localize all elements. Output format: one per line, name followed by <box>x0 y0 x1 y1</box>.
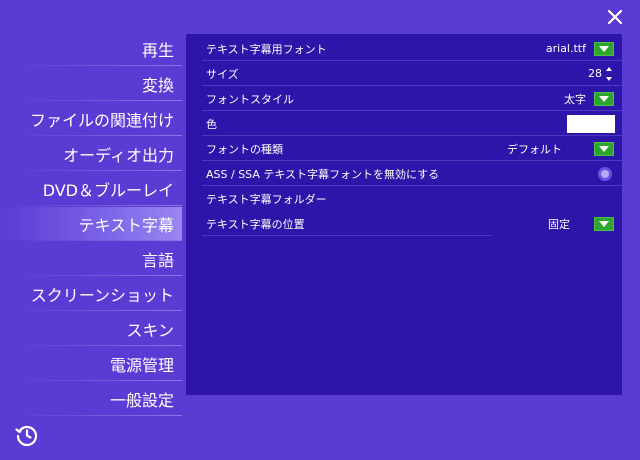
sidebar-item-label: 一般設定 <box>109 390 174 410</box>
setting-row-folder[interactable]: テキスト字幕フォルダー <box>186 186 622 211</box>
font-type-label: フォントの種類 <box>206 142 283 156</box>
setting-row-position: テキスト字幕の位置 固定 <box>186 211 622 236</box>
setting-row-color: 色 <box>186 111 622 136</box>
font-type-dropdown-button[interactable] <box>594 141 614 156</box>
sidebar-item-label: 変換 <box>141 75 174 95</box>
sidebar-item-power-management[interactable]: 電源管理 <box>0 347 182 381</box>
sidebar-item-label: スクリーンショット <box>30 285 174 305</box>
history-icon <box>15 425 38 447</box>
font-value[interactable]: arial.ttf <box>546 42 586 55</box>
setting-row-font-type: フォントの種類 デフォルト <box>186 136 622 161</box>
setting-row-font: テキスト字幕用フォント arial.ttf <box>186 36 622 61</box>
settings-sidebar: 再生 変換 ファイルの関連付け オーディオ出力 DVD＆ブルーレイ テキスト字幕… <box>0 32 182 417</box>
sidebar-item-text-subtitles[interactable]: テキスト字幕 <box>0 207 182 241</box>
sidebar-item-skin[interactable]: スキン <box>0 312 182 346</box>
sidebar-item-label: テキスト字幕 <box>78 215 174 235</box>
ass-disable-label: ASS / SSA テキスト字幕フォントを無効にする <box>206 167 440 181</box>
sidebar-item-label: 言語 <box>141 250 174 270</box>
setting-row-ass-disable: ASS / SSA テキスト字幕フォントを無効にする <box>186 161 622 186</box>
stepper-up-icon[interactable] <box>606 66 612 71</box>
font-type-value[interactable]: デフォルト <box>507 141 562 157</box>
sidebar-item-label: スキン <box>126 320 174 340</box>
sidebar-item-audio-output[interactable]: オーディオ出力 <box>0 137 182 171</box>
color-swatch[interactable] <box>567 114 615 133</box>
style-dropdown-button[interactable] <box>594 91 614 106</box>
sidebar-item-file-associations[interactable]: ファイルの関連付け <box>0 102 182 136</box>
sidebar-item-label: 再生 <box>141 40 174 60</box>
size-value[interactable]: 28 <box>588 67 602 80</box>
sidebar-item-playback[interactable]: 再生 <box>0 32 182 66</box>
style-value[interactable]: 太字 <box>564 91 586 107</box>
sidebar-item-general-settings[interactable]: 一般設定 <box>0 382 182 416</box>
sidebar-item-label: ファイルの関連付け <box>29 110 174 130</box>
position-label: テキスト字幕の位置 <box>206 217 305 231</box>
style-label: フォントスタイル <box>206 92 294 106</box>
stepper-down-icon[interactable] <box>606 76 612 81</box>
close-button[interactable] <box>604 6 626 28</box>
color-label: 色 <box>206 117 217 131</box>
sidebar-item-label: オーディオ出力 <box>63 145 174 165</box>
size-stepper[interactable] <box>604 66 614 81</box>
font-dropdown-button[interactable] <box>594 41 614 56</box>
sidebar-item-screenshot[interactable]: スクリーンショット <box>0 277 182 311</box>
sidebar-item-label: DVD＆ブルーレイ <box>42 180 174 200</box>
history-button[interactable] <box>14 422 40 448</box>
font-label: テキスト字幕用フォント <box>206 42 327 56</box>
sidebar-item-label: 電源管理 <box>109 355 174 375</box>
folder-label: テキスト字幕フォルダー <box>206 192 327 206</box>
subtitle-settings-panel: テキスト字幕用フォント arial.ttf サイズ 28 フォントスタイル 太字… <box>186 34 622 395</box>
sidebar-item-conversion[interactable]: 変換 <box>0 67 182 101</box>
close-x-icon <box>607 9 623 25</box>
ass-disable-toggle[interactable] <box>598 166 612 181</box>
size-label: サイズ <box>206 67 239 81</box>
position-dropdown-button[interactable] <box>594 216 614 231</box>
setting-row-size: サイズ 28 <box>186 61 622 86</box>
setting-row-style: フォントスタイル 太字 <box>186 86 622 111</box>
sidebar-item-language[interactable]: 言語 <box>0 242 182 276</box>
position-value[interactable]: 固定 <box>548 216 570 232</box>
sidebar-item-dvd-bluray[interactable]: DVD＆ブルーレイ <box>0 172 182 206</box>
